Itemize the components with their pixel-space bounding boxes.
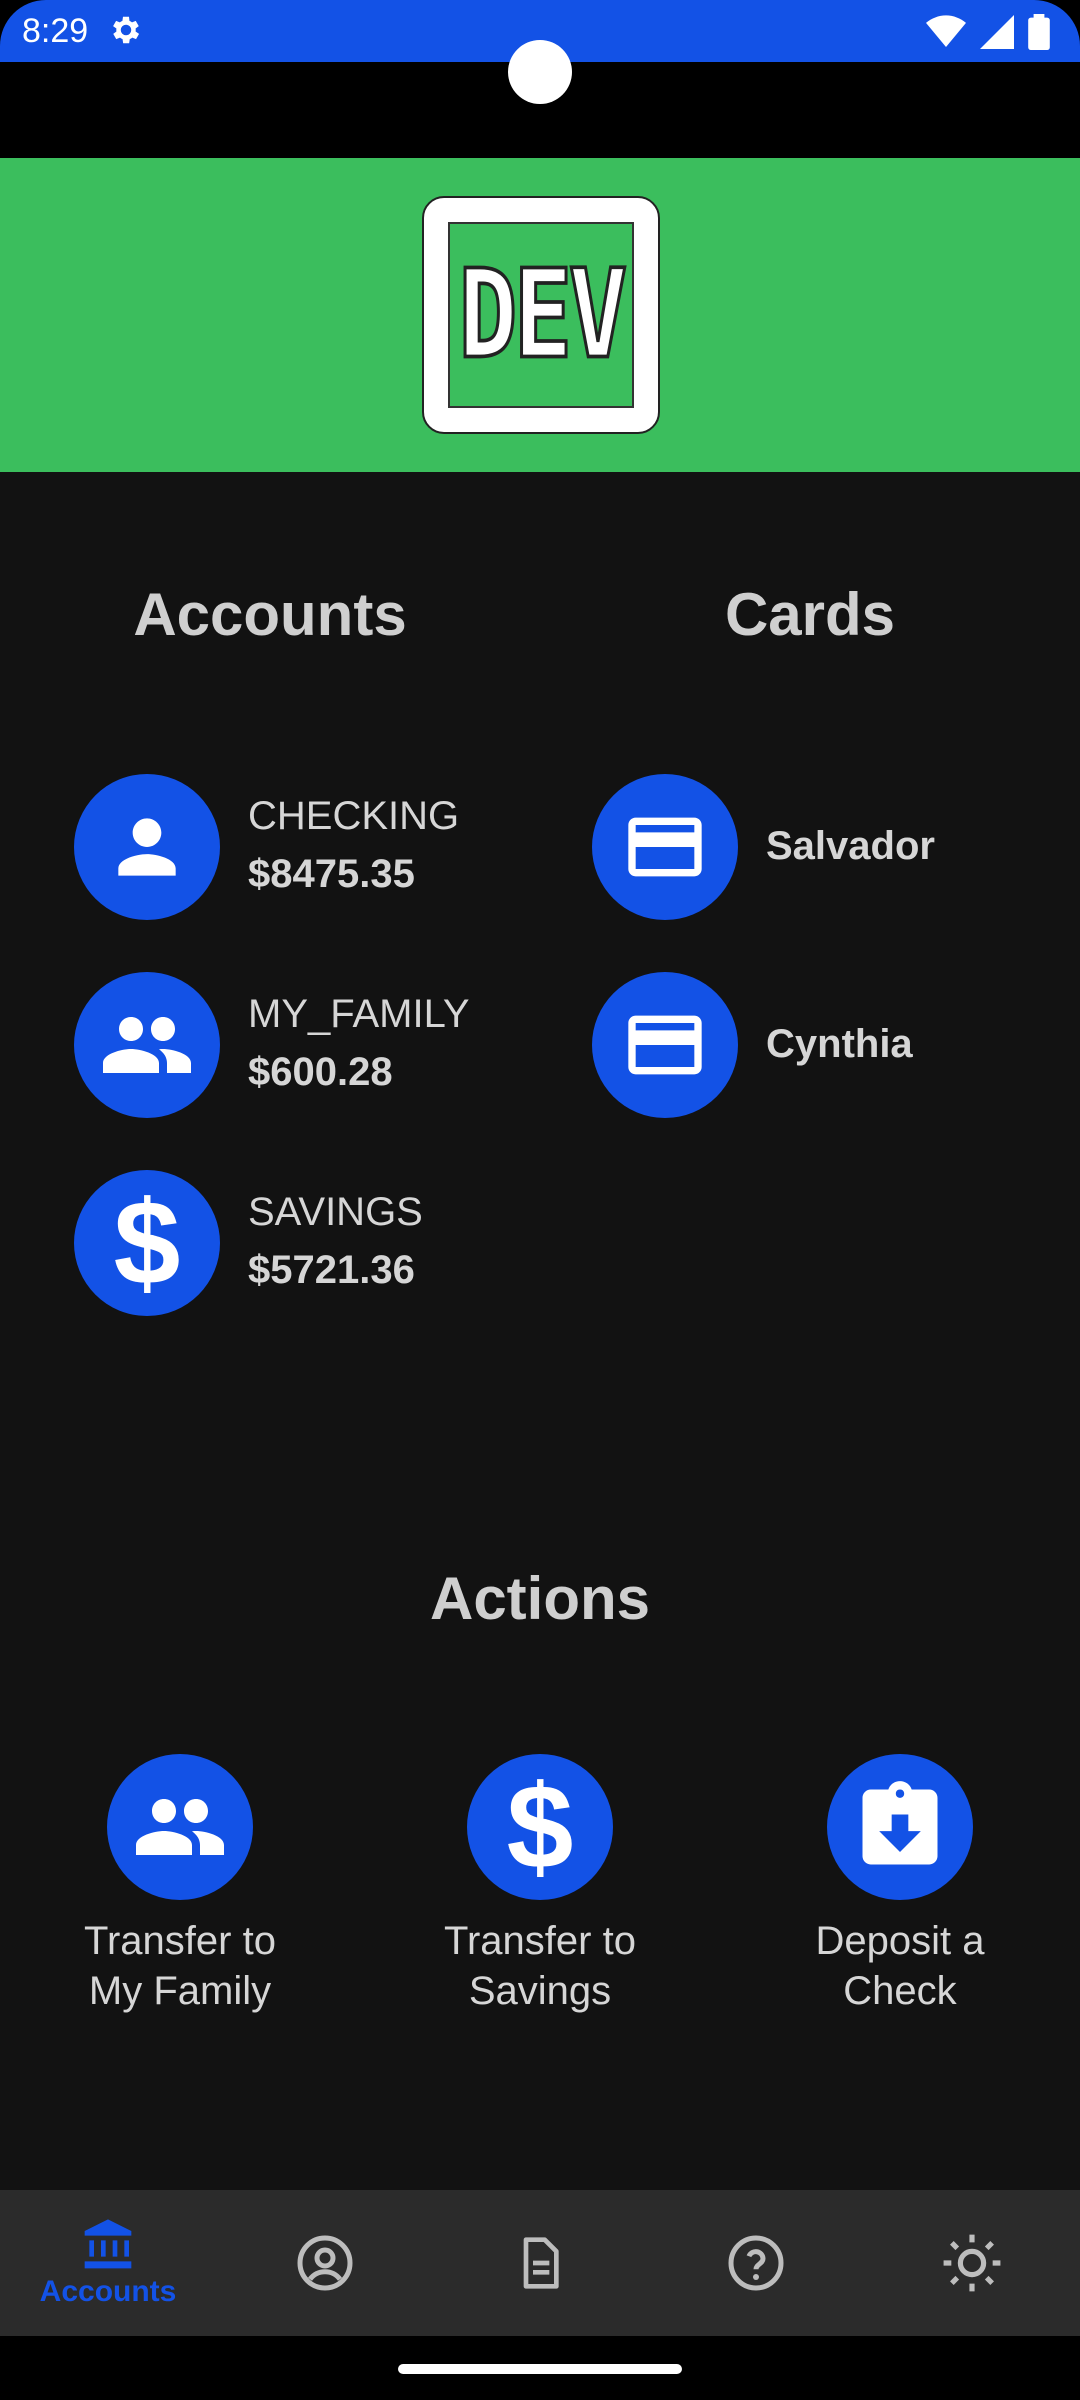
action-label-line2: My Family	[88, 1969, 272, 2013]
account-balance: $8475.35	[248, 852, 415, 896]
card-holder-name: Cynthia	[766, 1022, 913, 1066]
document-icon	[523, 2237, 559, 2289]
nav-profile[interactable]	[225, 2190, 425, 2336]
action-label: Transfer to My Family	[50, 1916, 310, 2016]
status-icons	[926, 14, 1050, 50]
nav-theme[interactable]	[872, 2190, 1072, 2336]
nav-statements[interactable]	[440, 2190, 640, 2336]
dollar-icon: $	[467, 1754, 613, 1900]
dollar-icon: $	[74, 1170, 220, 1316]
brightness-icon	[943, 2234, 1001, 2292]
action-label-line2: Savings	[468, 1969, 612, 2013]
camera-cutout	[508, 40, 572, 104]
account-name: CHECKING	[248, 794, 460, 838]
account-balance: $600.28	[248, 1050, 393, 1094]
gesture-bar	[0, 2336, 1080, 2400]
cell-signal-icon	[980, 15, 1014, 49]
dev-logo-text: DEV	[457, 242, 629, 388]
dev-logo-inner: DEV	[448, 222, 634, 408]
action-label-line1: Deposit a	[815, 1919, 985, 1963]
cards-heading: Cards	[724, 581, 896, 648]
bank-icon	[84, 2219, 132, 2269]
accounts-heading: Accounts	[133, 581, 407, 648]
help-icon	[728, 2235, 784, 2291]
credit-card-icon	[592, 972, 738, 1118]
clipboard-download-icon	[827, 1754, 973, 1900]
main-content: Accounts Cards CHECKING $8475.35 MY_FAMI…	[0, 472, 1080, 2190]
group-icon	[107, 1754, 253, 1900]
action-label-line1: Transfer to	[444, 1919, 636, 1963]
action-label: Transfer to Savings	[410, 1916, 670, 2016]
actions-heading: Actions	[429, 1565, 651, 1632]
status-time: 8:29	[22, 12, 89, 50]
account-balance: $5721.36	[248, 1248, 415, 1292]
bottom-navigation: Accounts	[0, 2190, 1080, 2336]
action-label-line2: Check	[843, 1969, 957, 2013]
person-icon	[74, 774, 220, 920]
nav-accounts[interactable]: Accounts	[8, 2190, 208, 2336]
home-gesture-handle[interactable]	[398, 2364, 682, 2374]
battery-icon	[1028, 14, 1050, 50]
nav-accounts-label: Accounts	[39, 2275, 177, 2308]
account-circle-icon	[297, 2235, 353, 2291]
action-label-line1: Transfer to	[84, 1919, 276, 1963]
action-label: Deposit a Check	[770, 1916, 1030, 2016]
group-icon	[74, 972, 220, 1118]
wifi-icon	[926, 15, 966, 48]
dev-logo: DEV	[422, 196, 660, 434]
account-name: MY_FAMILY	[248, 992, 470, 1036]
nav-help[interactable]	[656, 2190, 856, 2336]
settings-gear-icon	[113, 16, 140, 44]
credit-card-icon	[592, 774, 738, 920]
account-name: SAVINGS	[248, 1190, 423, 1234]
card-holder-name: Salvador	[766, 824, 935, 868]
